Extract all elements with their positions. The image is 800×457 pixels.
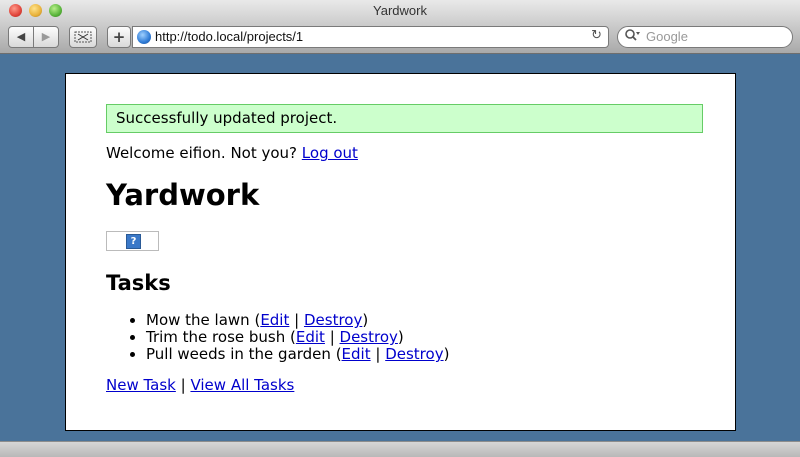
flash-notice: Successfully updated project. — [106, 104, 703, 133]
address-bar[interactable]: http://todo.local/projects/1 ↻ — [132, 26, 609, 48]
page-container: Successfully updated project. Welcome ei… — [65, 73, 736, 431]
forward-button[interactable]: ▶ — [33, 26, 59, 48]
url-text[interactable]: http://todo.local/projects/1 — [155, 29, 303, 44]
task-name: Pull weeds in the garden — [146, 345, 331, 363]
task-name: Trim the rose bush — [146, 328, 286, 346]
view-all-tasks-link[interactable]: View All Tasks — [190, 376, 294, 394]
search-icon — [624, 28, 640, 46]
add-bookmark-button[interactable]: + — [107, 26, 131, 48]
task-item: Pull weeds in the garden (Edit | Destroy… — [146, 346, 449, 363]
globe-icon — [137, 30, 151, 44]
back-arrow-icon: ◀ — [16, 30, 26, 43]
destroy-task-link[interactable]: Destroy — [385, 345, 443, 363]
footer-links: New Task | View All Tasks — [106, 376, 295, 394]
task-item: Mow the lawn (Edit | Destroy) — [146, 312, 449, 329]
task-name: Mow the lawn — [146, 311, 250, 329]
title-bar: Yardwork — [0, 0, 800, 23]
task-list: Mow the lawn (Edit | Destroy) Trim the r… — [106, 312, 449, 363]
plus-icon: + — [112, 28, 126, 46]
welcome-line: Welcome eifion. Not you? Log out — [106, 144, 358, 162]
snippet-button[interactable] — [69, 26, 97, 48]
destroy-task-link[interactable]: Destroy — [304, 311, 362, 329]
scissors-icon — [74, 31, 92, 43]
reload-icon[interactable]: ↻ — [591, 28, 602, 43]
search-placeholder: Google — [646, 29, 688, 44]
broken-image: ? — [106, 231, 159, 251]
new-task-link[interactable]: New Task — [106, 376, 176, 394]
back-button[interactable]: ◀ — [8, 26, 34, 48]
missing-image-icon: ? — [126, 234, 141, 249]
logout-link[interactable]: Log out — [302, 144, 358, 162]
welcome-text: Welcome eifion. Not you? — [106, 144, 298, 162]
edit-task-link[interactable]: Edit — [260, 311, 289, 329]
edit-task-link[interactable]: Edit — [342, 345, 371, 363]
search-field[interactable]: Google — [617, 26, 793, 48]
destroy-task-link[interactable]: Destroy — [340, 328, 398, 346]
browser-toolbar: ◀ ▶ + http://todo.local/projects/1 ↻ Goo… — [0, 22, 800, 54]
window-title: Yardwork — [373, 3, 427, 18]
page-title: Yardwork — [106, 178, 260, 212]
forward-arrow-icon: ▶ — [41, 30, 51, 43]
edit-task-link[interactable]: Edit — [296, 328, 325, 346]
task-item: Trim the rose bush (Edit | Destroy) — [146, 329, 449, 346]
status-bar — [0, 441, 800, 457]
tasks-heading: Tasks — [106, 271, 171, 295]
